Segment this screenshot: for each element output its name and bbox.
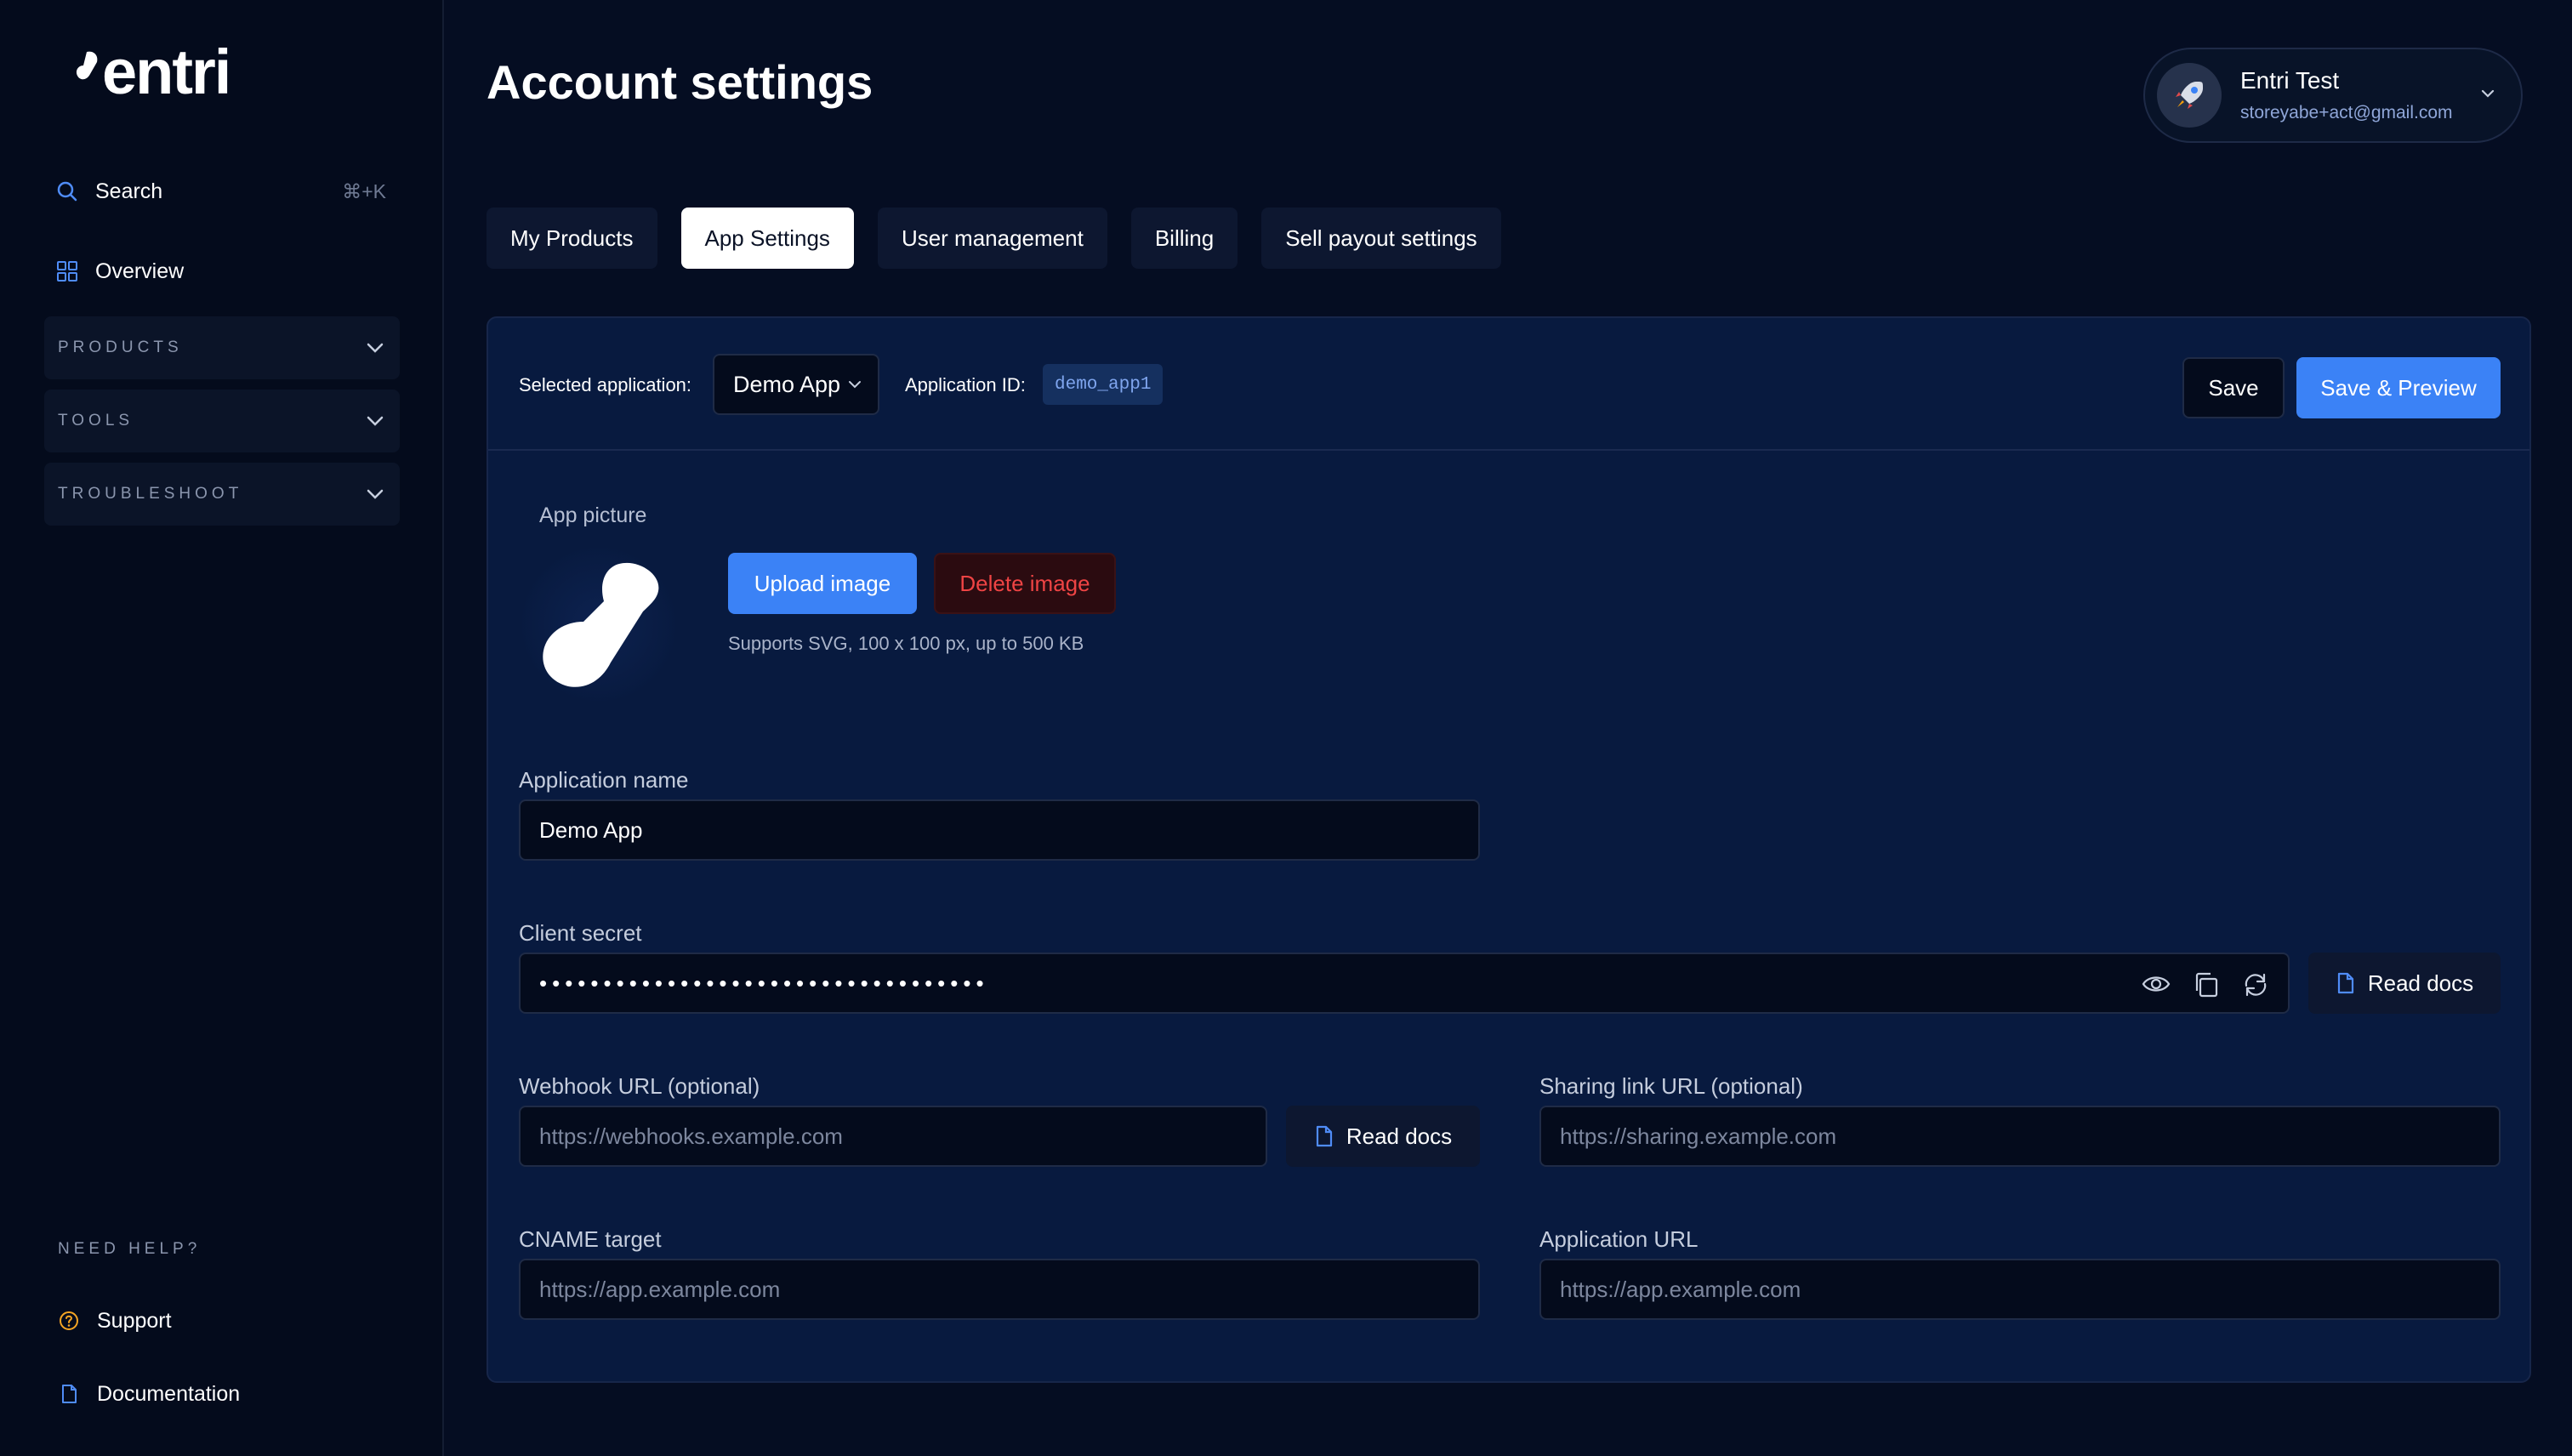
user-email: storeyabe+act@gmail.com (2240, 103, 2453, 122)
app-name-input[interactable]: Demo App (519, 799, 1480, 861)
sidebar-section-troubleshoot[interactable]: TROUBLESHOOT (44, 463, 400, 526)
application-url-input[interactable]: https://app.example.com (1539, 1259, 2501, 1320)
chevron-down-icon (367, 416, 384, 426)
save-preview-button[interactable]: Save & Preview (2296, 357, 2501, 418)
application-url-label: Application URL (1539, 1226, 1699, 1252)
sidebar-item-label: Overview (95, 259, 185, 283)
application-url-placeholder: https://app.example.com (1560, 1276, 1801, 1302)
webhook-url-placeholder: https://webhooks.example.com (539, 1123, 843, 1149)
tab-my-products[interactable]: My Products (487, 208, 657, 269)
app-picture-label: App picture (539, 503, 647, 527)
search-shortcut: ⌘+K (342, 179, 386, 202)
search-label: Search (95, 179, 163, 203)
upload-image-button[interactable]: Upload image (728, 553, 917, 614)
chevron-down-icon (849, 381, 862, 389)
application-select[interactable]: Demo App (713, 354, 879, 415)
section-label: TOOLS (58, 412, 134, 429)
client-secret-input[interactable]: ••••••••••••••••••••••••••••••••••• (519, 953, 2290, 1014)
read-docs-label: Read docs (2367, 970, 2474, 996)
section-label: TROUBLESHOOT (58, 485, 243, 503)
settings-tabs: My Products App Settings User management… (487, 208, 1501, 269)
webhook-read-docs-button[interactable]: Read docs (1286, 1106, 1480, 1167)
cname-target-label: CNAME target (519, 1226, 662, 1252)
avatar (2157, 63, 2222, 128)
user-name: Entri Test (2240, 67, 2340, 94)
read-docs-label: Read docs (1346, 1123, 1453, 1149)
client-secret-read-docs-button[interactable]: Read docs (2308, 953, 2501, 1014)
delete-image-button[interactable]: Delete image (934, 553, 1116, 614)
cname-target-input[interactable]: https://app.example.com (519, 1259, 1480, 1320)
app-name-label: Application name (519, 767, 689, 793)
help-circle-icon (60, 1311, 78, 1330)
tab-app-settings[interactable]: App Settings (680, 208, 854, 269)
document-icon (62, 1385, 77, 1403)
sidebar-item-label: Support (97, 1308, 172, 1333)
app-id-label: Application ID: (905, 374, 1026, 395)
sidebar: entri Search ⌘+K Overview PRODUCTS TOOLS… (0, 0, 444, 1456)
tab-sell-payout-settings[interactable]: Sell payout settings (1261, 208, 1501, 269)
webhook-url-label: Webhook URL (optional) (519, 1073, 760, 1099)
app-picture (522, 548, 675, 701)
page-title: Account settings (487, 55, 873, 109)
entri-logo[interactable]: entri (75, 37, 231, 107)
eye-icon[interactable] (2142, 971, 2171, 997)
search-icon (57, 181, 77, 202)
sharing-url-input[interactable]: https://sharing.example.com (1539, 1106, 2501, 1167)
client-secret-value: ••••••••••••••••••••••••••••••••••• (539, 970, 989, 996)
app-logo-icon (543, 562, 659, 687)
logo-wordmark: entri (102, 37, 231, 107)
application-select-value: Demo App (733, 371, 841, 397)
refresh-icon[interactable] (2242, 971, 2269, 998)
sharing-url-label: Sharing link URL (optional) (1539, 1073, 1803, 1099)
client-secret-label: Client secret (519, 920, 642, 946)
chevron-down-icon (2481, 89, 2495, 98)
rocket-icon (2176, 82, 2203, 109)
app-name-value: Demo App (539, 816, 643, 843)
app-picture-hint: Supports SVG, 100 x 100 px, up to 500 KB (728, 633, 1084, 654)
app-bar: Selected application: Demo App Applicati… (488, 318, 2529, 451)
app-id-badge: demo_app1 (1043, 364, 1164, 405)
tab-user-management[interactable]: User management (877, 208, 1107, 269)
sidebar-section-tools[interactable]: TOOLS (44, 390, 400, 452)
user-menu[interactable]: Entri Test storeyabe+act@gmail.com (2143, 48, 2523, 143)
sidebar-item-overview[interactable]: Overview (56, 252, 184, 291)
section-label: PRODUCTS (58, 338, 183, 356)
grid-icon (57, 261, 77, 282)
sidebar-section-products[interactable]: PRODUCTS (44, 316, 400, 379)
sidebar-item-label: Documentation (97, 1381, 241, 1406)
search-button[interactable]: Search ⌘+K (56, 172, 386, 211)
copy-icon[interactable] (2193, 971, 2220, 998)
need-help-heading: NEED HELP? (58, 1240, 202, 1258)
app-settings-card: Selected application: Demo App Applicati… (487, 316, 2531, 1383)
tab-billing[interactable]: Billing (1130, 208, 1238, 269)
entri-logo-icon (76, 51, 98, 80)
webhook-url-input[interactable]: https://webhooks.example.com (519, 1106, 1267, 1167)
selected-app-label: Selected application: (519, 374, 692, 395)
chevron-down-icon (367, 343, 384, 353)
save-button[interactable]: Save (2182, 357, 2285, 418)
document-icon (2337, 972, 2353, 994)
cname-target-placeholder: https://app.example.com (539, 1276, 781, 1302)
sharing-url-placeholder: https://sharing.example.com (1560, 1123, 1837, 1149)
document-icon (1316, 1125, 1332, 1147)
sidebar-item-documentation[interactable]: Documentation (58, 1374, 240, 1413)
chevron-down-icon (367, 489, 384, 499)
sidebar-item-support[interactable]: Support (58, 1301, 172, 1340)
